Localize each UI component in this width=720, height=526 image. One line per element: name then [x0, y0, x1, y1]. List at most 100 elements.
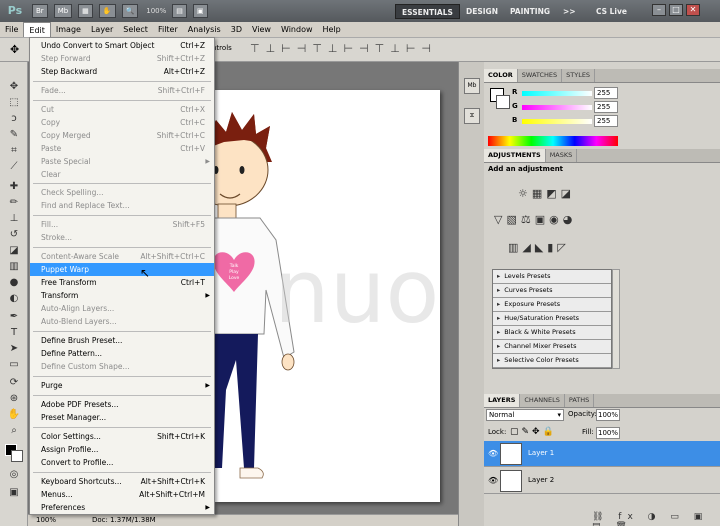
menu-content-aware-scale[interactable]: Content-Aware Scale Alt+Shift+Ctrl+C [30, 250, 214, 263]
menu-puppet-warp[interactable]: Puppet Warp [30, 263, 214, 276]
eyedropper-tool-icon[interactable]: ⟋ [6, 160, 22, 173]
eye-icon[interactable]: 👁 [488, 449, 498, 458]
arrange-documents-button[interactable]: ▤ [172, 4, 187, 18]
menu-paste[interactable]: Paste Ctrl+V [30, 142, 214, 155]
menu-menus[interactable]: Menus... Alt+Shift+Ctrl+M [30, 488, 214, 501]
menu-find-replace[interactable]: Find and Replace Text... [30, 199, 214, 212]
tab-layers[interactable]: LAYERS [484, 394, 521, 407]
zoom-tool-button[interactable]: 🔍 [121, 4, 139, 18]
marquee-tool-icon[interactable]: ⬚ [6, 96, 22, 109]
workspace-essentials[interactable]: ESSENTIALS [395, 4, 460, 19]
path-selection-tool-icon[interactable]: ➤ [6, 342, 22, 355]
menu-cut[interactable]: Cut Ctrl+X [30, 103, 214, 116]
blue-slider[interactable]: B 255 [512, 115, 720, 129]
blend-mode-select[interactable]: Normal ▾ [486, 409, 564, 421]
status-zoom[interactable]: 100% [36, 515, 56, 526]
opacity-field[interactable]: 100% [596, 409, 620, 421]
preset-levels[interactable]: ▸ Levels Presets [493, 270, 611, 284]
align-buttons[interactable]: ⊤⊥⊢⊣⊤⊥⊢⊣⊤⊥⊢⊣ [250, 42, 437, 55]
cs-live-button[interactable]: CS Live [590, 4, 633, 19]
3d-rotate-tool-icon[interactable]: ⟳ [6, 376, 22, 389]
menu-undo[interactable]: Undo Convert to Smart Object Ctrl+Z [30, 39, 214, 52]
layer-row-2[interactable]: 👁 Layer 2 [484, 468, 720, 494]
quick-mask-icon[interactable]: ◎ [6, 468, 22, 481]
green-gradient[interactable] [522, 105, 592, 110]
tab-paths[interactable]: PATHS [565, 394, 595, 407]
workspace-more[interactable]: >> [557, 4, 582, 19]
minimize-icon[interactable]: – [652, 4, 666, 16]
clone-stamp-tool-icon[interactable]: ⊥ [6, 212, 22, 225]
menu-step-forward[interactable]: Step Forward Shift+Ctrl+Z [30, 52, 214, 65]
adjustment-icons-row-1[interactable]: ☼▦◩◪ [518, 187, 575, 200]
shape-tool-icon[interactable]: ▭ [6, 358, 22, 371]
tab-masks[interactable]: MASKS [546, 149, 578, 162]
menu-clear[interactable]: Clear [30, 168, 214, 181]
menu-copy-merged[interactable]: Copy Merged Shift+Ctrl+C [30, 129, 214, 142]
menu-paste-special[interactable]: Paste Special ▶ [30, 155, 214, 168]
presets-scrollbar[interactable] [612, 269, 620, 369]
screen-mode-icon[interactable]: ▣ [6, 486, 22, 499]
3d-camera-tool-icon[interactable]: ⊛ [6, 392, 22, 405]
type-tool-icon[interactable]: T [6, 326, 22, 339]
menu-filter[interactable]: Filter [153, 22, 183, 37]
layer-actions-bar[interactable]: ⛓ fx ◑ ▭ ▣ ▤ 🗑 [592, 512, 720, 526]
menu-fade[interactable]: Fade... Shift+Ctrl+F [30, 84, 214, 97]
menu-auto-blend-layers[interactable]: Auto-Blend Layers... [30, 315, 214, 328]
color-spectrum-bar[interactable] [488, 136, 618, 146]
tab-swatches[interactable]: SWATCHES [518, 69, 563, 82]
dodge-tool-icon[interactable]: ◐ [6, 292, 22, 305]
history-panel-icon[interactable]: ⧖ [464, 108, 480, 124]
background-color-swatch[interactable] [11, 450, 23, 462]
blur-tool-icon[interactable]: ● [6, 276, 22, 289]
move-tool-icon[interactable]: ✥ [10, 43, 19, 56]
menu-free-transform[interactable]: Free Transform Ctrl+T [30, 276, 214, 289]
menu-window[interactable]: Window [276, 22, 318, 37]
fill-field[interactable]: 100% [596, 427, 620, 439]
pen-tool-icon[interactable]: ✒ [6, 310, 22, 323]
tab-adjustments[interactable]: ADJUSTMENTS [484, 149, 546, 162]
lock-icons[interactable]: ▢✎✥🔒 [510, 427, 557, 437]
red-slider[interactable]: R 255 [512, 87, 720, 101]
preset-selective-color[interactable]: ▸ Selective Color Presets [493, 354, 611, 368]
preset-exposure[interactable]: ▸ Exposure Presets [493, 298, 611, 312]
adjustment-icons-row-2[interactable]: ▽▧⚖▣◉◕ [494, 213, 576, 226]
menu-preferences[interactable]: Preferences ▶ [30, 501, 214, 514]
maximize-icon[interactable]: □ [669, 4, 683, 16]
hand-tool-button[interactable]: ✋ [98, 4, 116, 18]
menu-define-pattern[interactable]: Define Pattern... [30, 347, 214, 360]
gradient-tool-icon[interactable]: ▥ [6, 260, 22, 273]
quick-select-tool-icon[interactable]: ✎ [6, 128, 22, 141]
layer-row-1[interactable]: 👁 Layer 1 [484, 441, 720, 467]
menu-step-backward[interactable]: Step Backward Alt+Ctrl+Z [30, 65, 214, 78]
mini-bridge-panel-icon[interactable]: Mb [464, 78, 480, 94]
lasso-tool-icon[interactable]: ↄ [6, 112, 22, 125]
view-extras-button[interactable]: ▦ [78, 4, 93, 18]
crop-tool-icon[interactable]: ⌗ [6, 144, 22, 157]
status-doc-size[interactable]: Doc: 1.37M/1.38M [92, 515, 156, 526]
menu-auto-align-layers[interactable]: Auto-Align Layers... [30, 302, 214, 315]
menu-fill[interactable]: Fill... Shift+F5 [30, 218, 214, 231]
tab-channels[interactable]: CHANNELS [520, 394, 565, 407]
menu-assign-profile[interactable]: Assign Profile... [30, 443, 214, 456]
preset-channel-mixer[interactable]: ▸ Channel Mixer Presets [493, 340, 611, 354]
green-slider[interactable]: G 255 [512, 101, 720, 115]
menu-file[interactable]: File [0, 22, 23, 37]
hand-tool-icon[interactable]: ✋ [6, 408, 22, 421]
menu-check-spelling[interactable]: Check Spelling... [30, 186, 214, 199]
history-brush-tool-icon[interactable]: ↺ [6, 228, 22, 241]
workspace-design[interactable]: DESIGN [460, 4, 504, 19]
menu-layer[interactable]: Layer [86, 22, 118, 37]
healing-brush-tool-icon[interactable]: ✚ [6, 180, 22, 193]
screen-mode-button[interactable]: ▣ [192, 4, 208, 18]
eraser-tool-icon[interactable]: ◪ [6, 244, 22, 257]
mini-bridge-button[interactable]: Mb [53, 4, 73, 18]
menu-edit[interactable]: Edit [23, 22, 51, 37]
menu-image[interactable]: Image [51, 22, 86, 37]
workspace-painting[interactable]: PAINTING [504, 4, 556, 19]
preset-curves[interactable]: ▸ Curves Presets [493, 284, 611, 298]
zoom-level[interactable]: 100% [146, 7, 166, 15]
menu-preset-manager[interactable]: Preset Manager... [30, 411, 214, 424]
menu-define-custom-shape[interactable]: Define Custom Shape... [30, 360, 214, 373]
close-icon[interactable]: ✕ [686, 4, 700, 16]
eye-icon[interactable]: 👁 [488, 476, 498, 485]
